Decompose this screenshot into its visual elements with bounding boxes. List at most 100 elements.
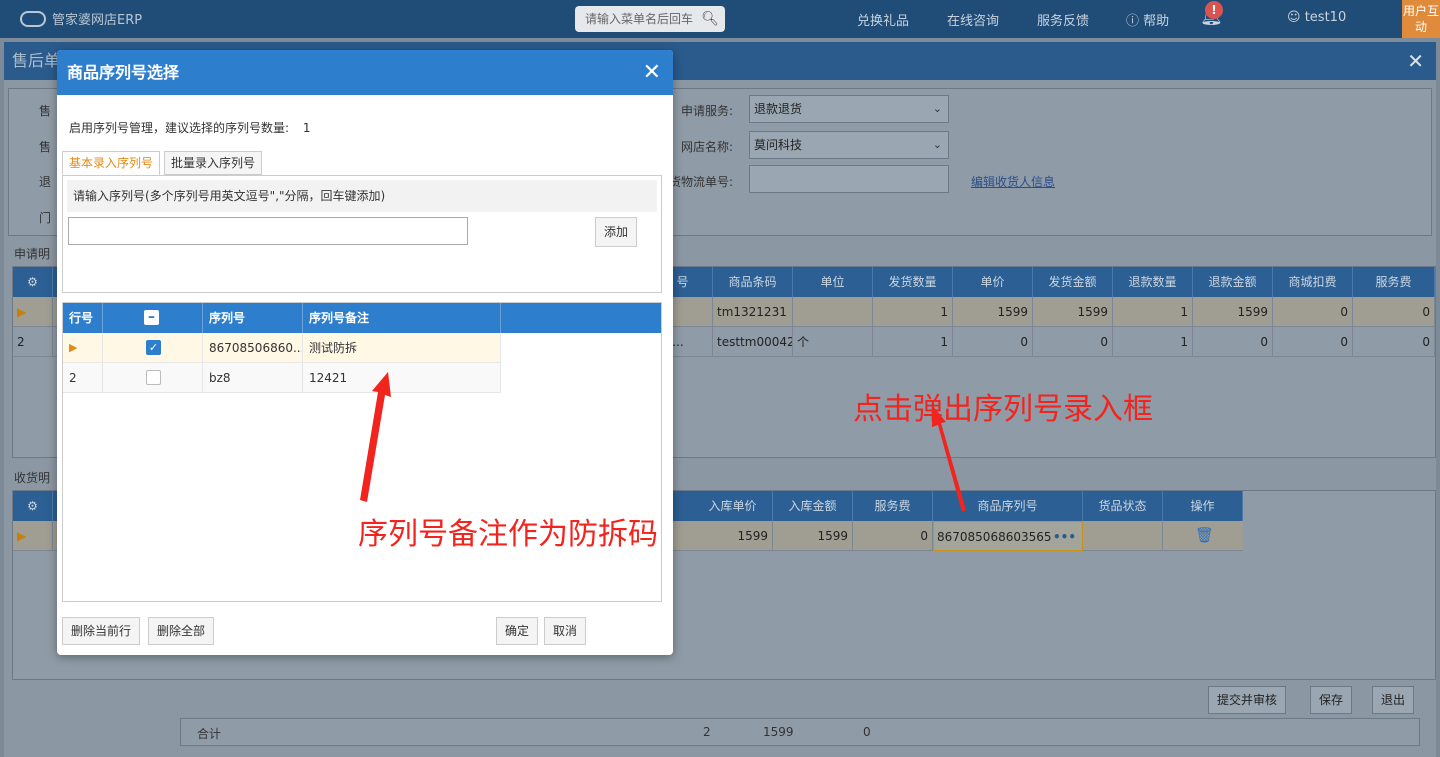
nav-service-feedback[interactable]: 服务反馈 — [1037, 10, 1089, 29]
apply-th-ship-qty: 发货数量 — [873, 267, 953, 297]
serial-input-hint: 请输入序列号(多个序列号用英文逗号","分隔，回车键添加) — [67, 180, 657, 212]
delete-current-row-button[interactable]: 删除当前行 — [62, 617, 141, 645]
serial-hint: 启用序列号管理，建议选择的序列号数量: 1 — [69, 119, 311, 136]
apply-cell-refund-qty: 1 — [1113, 297, 1193, 327]
search-icon[interactable]: 🔍︎ — [701, 6, 719, 32]
remark-annotation: 序列号备注作为防拆码 — [358, 517, 658, 552]
form-label-2: 售 — [39, 140, 52, 154]
confirm-button[interactable]: 确定 — [496, 617, 539, 645]
save-button[interactable]: 保存 — [1310, 686, 1353, 714]
serial-number-cell[interactable]: 867085068603565 ••• — [933, 521, 1083, 551]
total-fee: 0 — [863, 725, 871, 739]
tab-basic-entry[interactable]: 基本录入序列号 — [62, 151, 161, 175]
shop-label: 网店名称: — [681, 140, 734, 154]
logistics-label: 货物流单号: — [669, 175, 734, 189]
grid-th-row-no: 行号 — [63, 303, 103, 333]
exit-button[interactable]: 退出 — [1372, 686, 1415, 714]
logistics-input[interactable] — [749, 165, 949, 193]
select-all-checkbox[interactable]: – — [144, 310, 159, 325]
serial-select-dialog: 商品序列号选择 ✕ 启用序列号管理，建议选择的序列号数量: 1 基本录入序列号 … — [57, 50, 673, 655]
form-label-3: 退 — [39, 175, 52, 189]
row-pointer-icon: ▶ — [13, 521, 53, 551]
window-title: 售后单 — [12, 51, 61, 70]
user-icon: ☺ — [1287, 10, 1301, 25]
apply-cell-ship-amount: 0 — [1033, 327, 1113, 357]
cancel-button[interactable]: 取消 — [544, 617, 587, 645]
add-button[interactable]: 添加 — [595, 217, 638, 247]
apply-cell-refund-amount: 0 — [1193, 327, 1273, 357]
grid-th-remark: 序列号备注 — [303, 303, 501, 333]
apply-th-barcode: 商品条码 — [713, 267, 793, 297]
app-logo[interactable]: 管家婆网店ERP — [20, 9, 142, 28]
delete-trash-icon[interactable]: 🗑︎ — [1195, 526, 1214, 544]
apply-cell-refund-amount: 1599 — [1193, 297, 1273, 327]
window-close-icon[interactable]: ✕ — [1407, 42, 1424, 80]
receive-th-service-fee: 服务费 — [853, 491, 933, 521]
cloud-logo-icon — [20, 10, 46, 27]
nav-exchange-gifts[interactable]: 兑换礼品 — [857, 10, 909, 29]
nav-help[interactable]: ⓘ 帮助 — [1126, 10, 1169, 29]
menu-search-input[interactable]: 请输入菜单名后回车 🔍︎ — [575, 6, 725, 32]
dialog-close-icon[interactable]: ✕ — [643, 50, 661, 95]
grid-cell-check[interactable]: ✓ — [103, 333, 203, 363]
grid-th-select-all[interactable]: – — [103, 303, 203, 333]
apply-cell-unit: 个 — [793, 327, 873, 357]
column-settings-icon[interactable]: ⚙ — [13, 491, 53, 521]
table-row[interactable]: 2 bz8 12421 — [63, 363, 501, 393]
receive-cell-status — [1083, 521, 1163, 551]
help-icon: ⓘ — [1126, 14, 1140, 29]
grid-cell-remark[interactable]: 测试防拆 — [303, 333, 501, 363]
grid-cell-remark[interactable]: 12421 — [303, 363, 501, 393]
grid-cell-serial: 86708506860... — [203, 333, 303, 363]
serial-grid: 行号 – 序列号 序列号备注 ▶ ✓ 86708506860... 测试防拆 2… — [62, 302, 662, 602]
grid-cell-row-no: 2 — [63, 363, 103, 393]
apply-cell-unit — [793, 297, 873, 327]
user-menu[interactable]: ☺ test10 — [1287, 10, 1346, 25]
chevron-down-icon: ⌄ — [932, 102, 942, 115]
apply-cell-no: 2 — [13, 327, 53, 357]
apply-service-value: 退款退货 — [754, 102, 803, 116]
apply-cell-service-fee: 0 — [1353, 297, 1435, 327]
totals-row: 合计 2 1599 0 — [180, 718, 1420, 746]
serial-hint-text: 启用序列号管理，建议选择的序列号数量: — [69, 121, 290, 135]
receive-cell-service-fee: 0 — [853, 521, 933, 551]
dialog-header: 商品序列号选择 ✕ — [57, 50, 673, 95]
apply-cell-fee: 0 — [1273, 297, 1353, 327]
apply-cell-price: 0 — [953, 327, 1033, 357]
apply-cell-service-fee: 0 — [1353, 327, 1435, 357]
shop-value: 莫问科技 — [754, 138, 803, 152]
entry-tabs: 基本录入序列号 批量录入序列号 — [62, 151, 263, 175]
receive-cell-in-price: 1599 — [693, 521, 773, 551]
delete-all-button[interactable]: 删除全部 — [148, 617, 215, 645]
receive-th-in-amount: 入库金额 — [773, 491, 853, 521]
grid-cell-check[interactable] — [103, 363, 203, 393]
apply-th-unit: 单位 — [793, 267, 873, 297]
row-checkbox-checked[interactable]: ✓ — [146, 340, 161, 355]
chevron-down-icon: ⌄ — [932, 138, 942, 151]
apply-cell-refund-qty: 1 — [1113, 327, 1193, 357]
top-navigation-bar: 管家婆网店ERP 请输入菜单名后回车 🔍︎ 兑换礼品 在线咨询 服务反馈 ⓘ 帮… — [0, 0, 1440, 38]
apply-cell-ship-qty: 1 — [873, 297, 953, 327]
column-settings-icon[interactable]: ⚙ — [13, 267, 53, 297]
table-row[interactable]: ▶ ✓ 86708506860... 测试防拆 — [63, 333, 501, 363]
more-dots-icon[interactable]: ••• — [1053, 522, 1076, 552]
receive-th-in-price: 入库单价 — [693, 491, 773, 521]
shop-select[interactable]: 莫问科技 ⌄ — [749, 131, 949, 159]
apply-section-title: 申请明 — [14, 247, 51, 261]
search-placeholder: 请输入菜单名后回车 — [585, 12, 694, 26]
tab-batch-entry[interactable]: 批量录入序列号 — [164, 151, 263, 175]
row-checkbox[interactable] — [146, 370, 161, 385]
grid-cell-serial: bz8 — [203, 363, 303, 393]
nav-online-consult[interactable]: 在线咨询 — [947, 10, 999, 29]
edit-receiver-link[interactable]: 编辑收货人信息 — [971, 173, 1055, 190]
serial-input[interactable] — [68, 217, 468, 245]
receive-th-action: 操作 — [1163, 491, 1243, 521]
submit-audit-button[interactable]: 提交并审核 — [1208, 686, 1287, 714]
apply-th-refund-amount: 退款金额 — [1193, 267, 1273, 297]
apply-service-select[interactable]: 退款退货 ⌄ — [749, 95, 949, 123]
receive-section-title: 收货明 — [14, 471, 51, 485]
basic-entry-panel: 请输入序列号(多个序列号用英文逗号","分隔，回车键添加) 添加 — [62, 175, 662, 293]
apply-cell-barcode: testtm00042 — [713, 327, 793, 357]
user-interact-button[interactable]: 用户互动 — [1402, 0, 1440, 38]
apply-cell-fee: 0 — [1273, 327, 1353, 357]
